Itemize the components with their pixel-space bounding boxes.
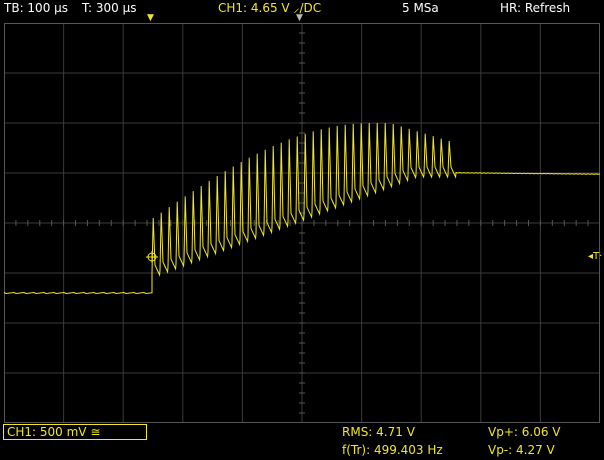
rms-measurement: RMS: 4.71 V: [342, 425, 415, 439]
graticule-grid: [4, 23, 600, 423]
oscilloscope-display[interactable]: [4, 23, 600, 423]
horizontal-mode-readout[interactable]: HR: Refresh: [500, 1, 570, 15]
trigger-position-marker-icon[interactable]: ▼: [147, 14, 154, 23]
screen-center-marker-icon: ▼: [296, 13, 303, 23]
measurement-bar: CH1: 500 mV ≅ RMS: 4.71 V f(Tr): 499.403…: [0, 423, 604, 460]
channel-trigger-readout[interactable]: CH1: 4.65 V ⸝/DC: [218, 1, 321, 15]
timebase-readout[interactable]: TB: 100 µs: [4, 1, 68, 15]
sample-rate-readout: 5 MSa: [402, 1, 439, 15]
channel-scale-label: CH1: 500 mV ≅: [7, 425, 101, 439]
trigger-level-marker-icon[interactable]: ◂T·: [588, 252, 602, 262]
channel-scale-box[interactable]: CH1: 500 mV ≅: [3, 424, 147, 440]
vp-plus-measurement: Vp+: 6.06 V: [488, 425, 561, 439]
vp-minus-measurement: Vp-: 4.27 V: [488, 443, 555, 457]
frequency-measurement: f(Tr): 499.403 Hz: [342, 443, 443, 457]
trigger-point-icon: [146, 251, 158, 263]
trigger-time-readout[interactable]: T: 300 µs: [82, 1, 136, 15]
